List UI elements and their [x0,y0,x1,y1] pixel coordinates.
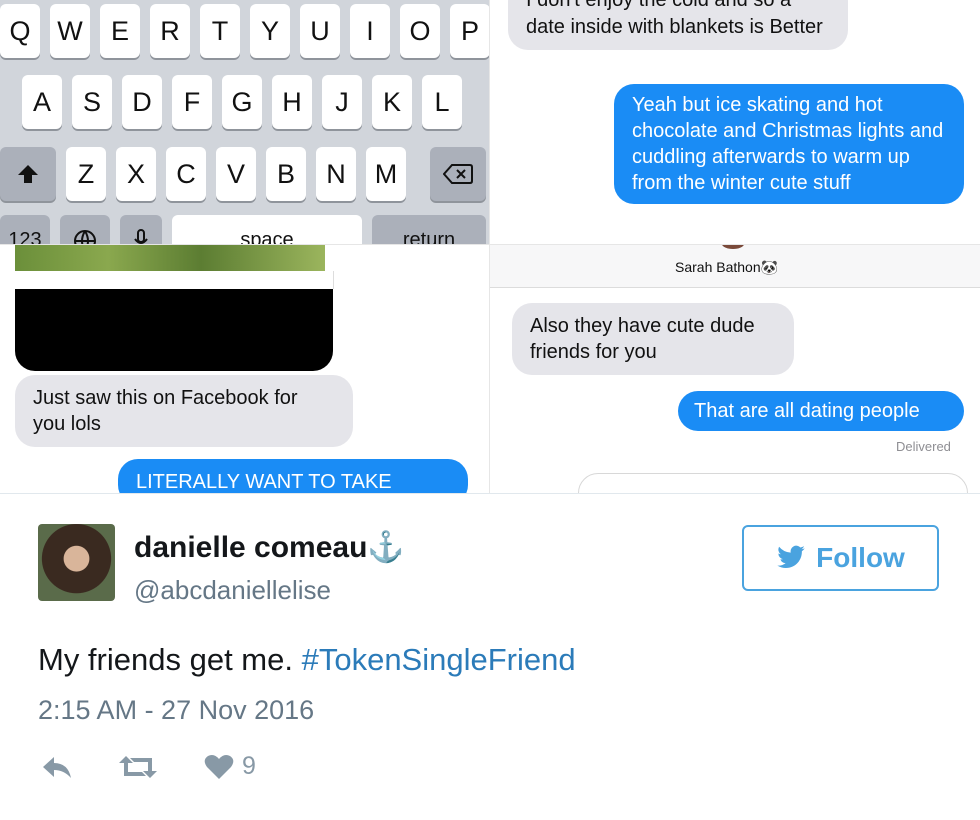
globe-key[interactable] [60,215,110,245]
key-s[interactable]: S [72,75,112,129]
microphone-icon [134,229,148,245]
key-j[interactable]: J [322,75,362,129]
like-count: 9 [242,752,256,780]
tweet-actions: 9 [40,752,256,781]
like-button[interactable]: 9 [204,752,256,781]
delete-key[interactable] [430,147,486,201]
return-key[interactable]: return [372,215,486,245]
numbers-key[interactable]: 123 [0,215,50,245]
reply-button[interactable] [40,754,74,780]
follow-label: Follow [816,542,905,573]
key-d[interactable]: D [122,75,162,129]
contact-name: Sarah Bathon🐼 [675,259,779,275]
user-handle[interactable]: @abcdaniellelise [134,575,331,606]
contact-avatar [722,245,744,249]
collage-divider-vertical [489,0,490,493]
avatar[interactable] [38,524,115,601]
display-name[interactable]: danielle comeau⚓ [134,530,405,565]
key-m[interactable]: M [366,147,406,201]
key-v[interactable]: V [216,147,256,201]
key-o[interactable]: O [400,4,440,58]
keyboard-row-1: QWERTYUIOP [0,4,490,58]
keyboard-row-3-letters: ZXCVBNM [66,147,406,201]
key-h[interactable]: H [272,75,312,129]
key-q[interactable]: Q [0,4,40,58]
key-r[interactable]: R [150,4,190,58]
key-p[interactable]: P [450,4,490,58]
key-u[interactable]: U [300,4,340,58]
received-message: Just saw this on Facebook for you lols [15,375,353,447]
chat-panel-photo: Just saw this on Facebook for you lols L… [0,245,490,493]
key-x[interactable]: X [116,147,156,201]
tweet-text: My friends get me. #TokenSingleFriend [38,642,576,678]
photo-border [15,271,334,289]
redacted-block [15,289,333,371]
keyboard-row-2: ASDFGHJKL [22,75,462,129]
tweet-card: danielle comeau⚓ @abcdaniellelise Follow… [0,493,980,820]
message-text: date inside with blankets is Better [526,16,823,38]
follow-button[interactable]: Follow [742,525,939,591]
screenshot-collage: QWERTYUIOP ASDFGHJKL ZXCVBNM 123 space r… [0,0,980,493]
heart-icon [204,754,234,779]
reply-icon [43,756,71,778]
delivery-status: Delivered [896,439,951,454]
key-c[interactable]: C [166,147,206,201]
retweet-button[interactable] [118,754,158,780]
message-input-partial [578,473,968,493]
retweet-icon [119,755,157,778]
key-k[interactable]: K [372,75,412,129]
key-n[interactable]: N [316,147,356,201]
keyboard-row-3: ZXCVBNM [0,147,486,201]
key-w[interactable]: W [50,4,90,58]
received-message: Also they have cute dude friends for you [512,303,794,375]
globe-icon [74,230,96,245]
chat-panel-1: I don't enjoy the cold and so a date ins… [490,0,980,245]
sent-message: Yeah but ice skating and hot chocolate a… [614,84,964,204]
mic-key[interactable] [120,215,162,245]
received-message: I don't enjoy the cold and so a date ins… [508,0,848,50]
sent-message-partial: LITERALLY WANT TO TAKE [118,459,468,493]
contact-header[interactable]: Sarah Bathon🐼 [490,245,980,288]
key-y[interactable]: Y [250,4,290,58]
key-g[interactable]: G [222,75,262,129]
hashtag-link[interactable]: #TokenSingleFriend [302,642,576,677]
key-l[interactable]: L [422,75,462,129]
key-b[interactable]: B [266,147,306,201]
key-e[interactable]: E [100,4,140,58]
collage-divider-horizontal [0,244,980,245]
keyboard-panel: QWERTYUIOP ASDFGHJKL ZXCVBNM 123 space r… [0,0,490,245]
key-a[interactable]: A [22,75,62,129]
chat-panel-2: Sarah Bathon🐼 Also they have cute dude f… [490,245,980,493]
shift-arrow-icon [18,165,38,183]
tweet-body: My friends get me. [38,642,302,677]
key-i[interactable]: I [350,4,390,58]
key-z[interactable]: Z [66,147,106,201]
keyboard-row-4: 123 space return [0,215,486,245]
key-f[interactable]: F [172,75,212,129]
shift-key[interactable] [0,147,56,201]
space-key[interactable]: space [172,215,362,245]
backspace-icon [443,164,473,184]
sent-message: That are all dating people [678,391,964,431]
message-partial-line: I don't enjoy the cold and so a [526,0,792,11]
tweet-timestamp[interactable]: 2:15 AM - 27 Nov 2016 [38,695,314,726]
photo-thumbnail [15,245,325,271]
key-t[interactable]: T [200,4,240,58]
twitter-bird-icon [777,545,805,569]
